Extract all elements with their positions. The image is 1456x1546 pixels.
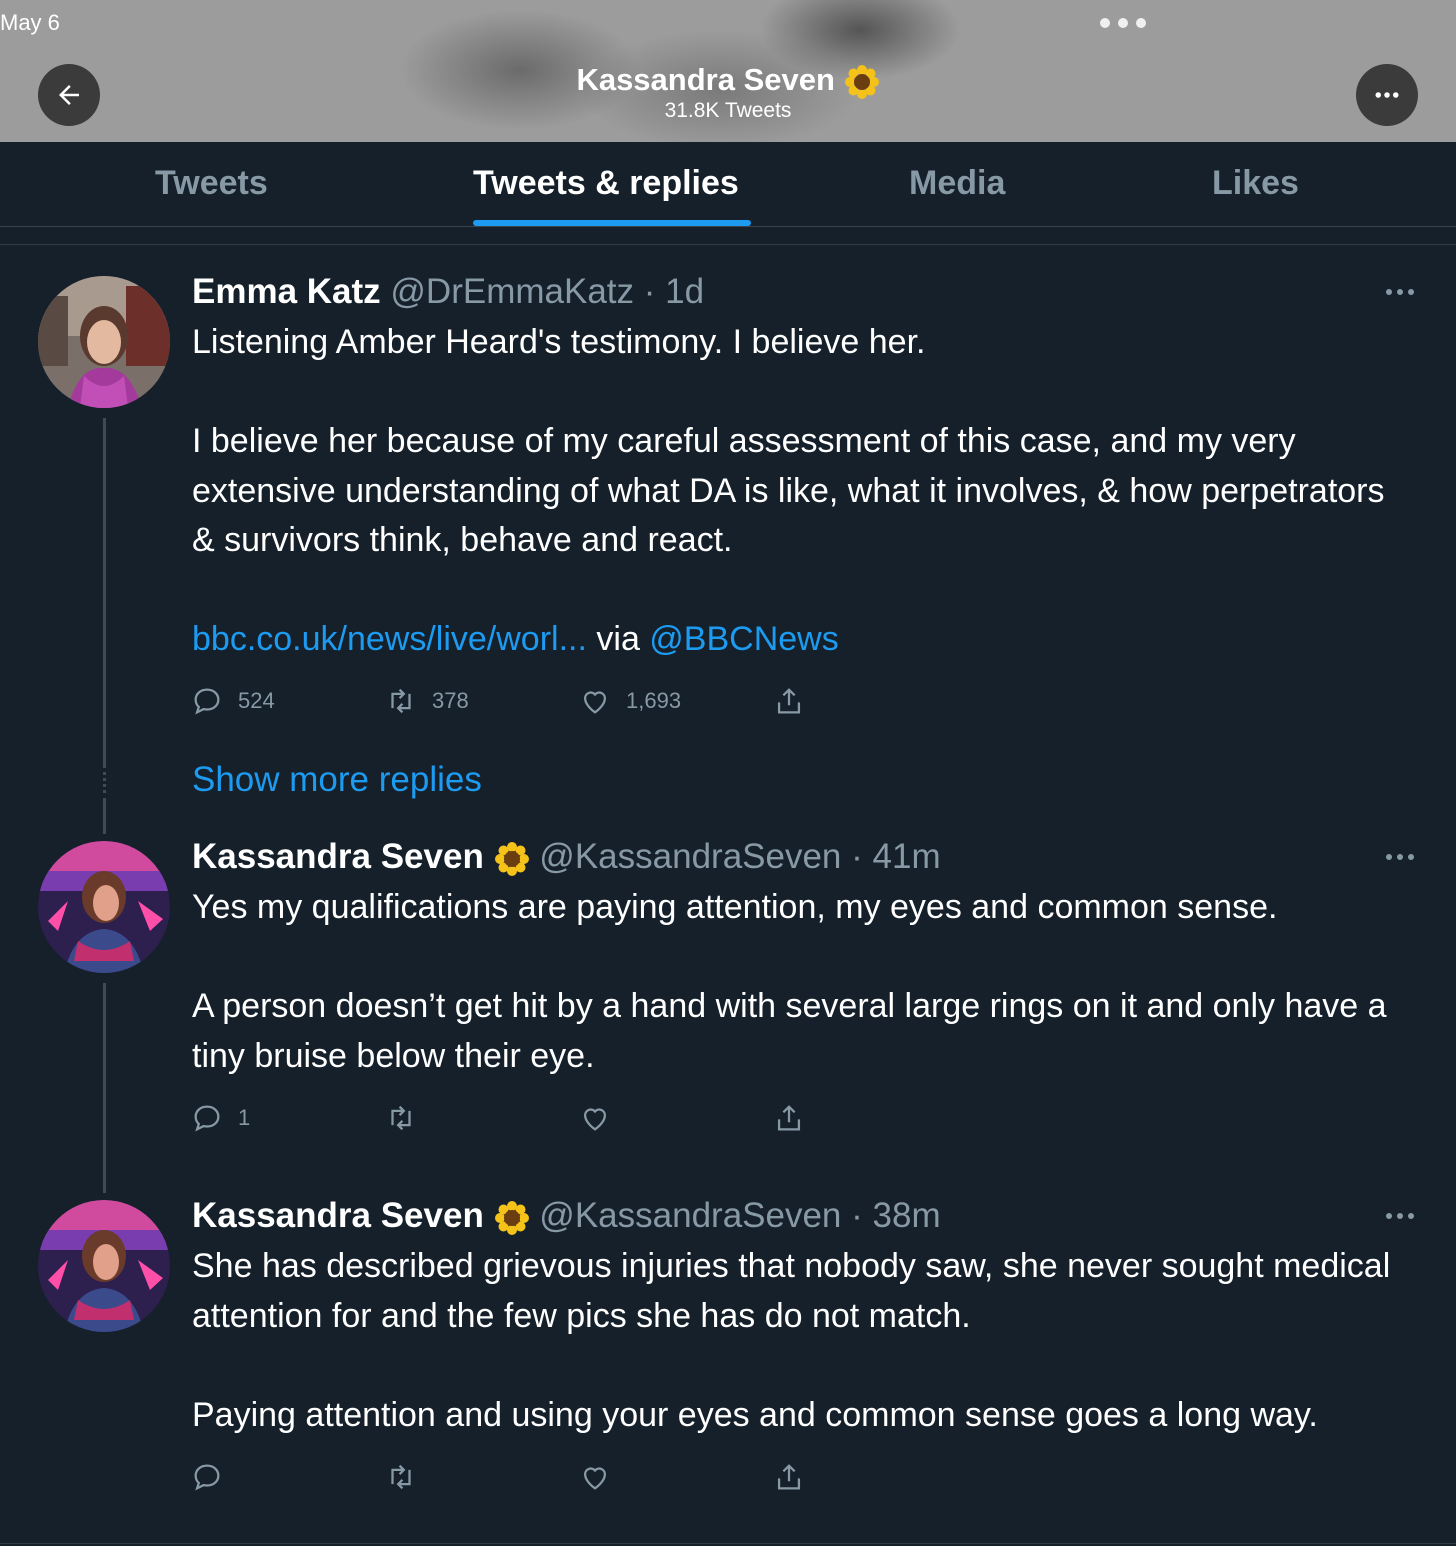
avatar-image (38, 276, 170, 408)
thread-line (103, 418, 106, 768)
tweet-more-icon[interactable] (1386, 854, 1414, 860)
status-date: May 6 (0, 10, 60, 35)
avatar[interactable] (38, 841, 170, 973)
share-button[interactable] (772, 1460, 806, 1494)
share-button[interactable] (772, 1101, 806, 1135)
tweet-text: Listening Amber Heard's testimony. I bel… (192, 318, 1392, 665)
more-horizontal-icon (1375, 92, 1399, 98)
tweet-author-row: Emma Katz @DrEmmaKatz · 1d (192, 272, 704, 312)
heart-icon (583, 1467, 607, 1490)
tab-tweets-and-replies[interactable]: Tweets & replies (473, 164, 739, 203)
tab-likes[interactable]: Likes (1212, 164, 1299, 203)
avatar[interactable] (38, 276, 170, 408)
timestamp[interactable]: · 41m (851, 837, 940, 876)
avatar[interactable] (38, 1200, 170, 1332)
handle[interactable]: @KassandraSeven (539, 1196, 841, 1235)
more-options-button[interactable] (1356, 64, 1418, 126)
reply-icon (194, 1105, 220, 1132)
tweet-author-row: Kassandra Seven @KassandraSeven · 38m (192, 1196, 941, 1236)
thread-line (103, 983, 106, 1193)
header-title-row: Kassandra Seven (0, 62, 1456, 100)
reply-icon (194, 688, 220, 715)
display-name[interactable]: Kassandra Seven (192, 1196, 484, 1235)
retweet-icon (391, 1464, 411, 1490)
tweet-more-icon[interactable] (1386, 289, 1414, 295)
handle[interactable]: @DrEmmaKatz (390, 272, 634, 311)
retweet-button[interactable] (384, 1101, 418, 1135)
multitask-dots-icon[interactable] (1100, 18, 1146, 28)
tweet-text: Yes my qualifications are paying attenti… (192, 888, 1387, 1075)
thread-line (103, 798, 106, 834)
like-button[interactable]: 1,693 (578, 684, 681, 718)
retweet-icon (391, 688, 411, 714)
tweet-text: She has described grievous injuries that… (192, 1247, 1391, 1434)
like-button[interactable] (578, 1460, 612, 1494)
share-icon (777, 1464, 801, 1490)
divider (0, 244, 1456, 245)
sunflower-icon (494, 841, 529, 876)
retweet-count: 378 (432, 688, 469, 713)
display-name[interactable]: Kassandra Seven (192, 837, 484, 876)
retweet-icon (391, 1105, 411, 1131)
page-title: Kassandra Seven (576, 62, 835, 97)
heart-icon (583, 691, 607, 714)
timestamp[interactable]: · 38m (851, 1196, 940, 1235)
mention-link[interactable]: @BBCNews (649, 620, 838, 658)
active-tab-indicator (473, 220, 751, 226)
tweet-link[interactable]: bbc.co.uk/news/live/worl... (192, 620, 587, 658)
via-text: via (586, 620, 650, 658)
retweet-button[interactable] (384, 1460, 418, 1494)
share-button[interactable] (772, 684, 806, 718)
timestamp[interactable]: · 1d (644, 272, 704, 311)
divider (0, 1543, 1456, 1544)
avatar-image (38, 1200, 170, 1332)
tweet-author-row: Kassandra Seven @KassandraSeven · 41m (192, 837, 941, 877)
show-more-replies-link[interactable]: Show more replies (192, 760, 482, 800)
tweet-count: 31.8K Tweets (664, 99, 792, 122)
tweet-more-icon[interactable] (1386, 1213, 1414, 1219)
tab-media[interactable]: Media (909, 164, 1005, 203)
profile-header: May 6 Kassandra Seven 31.8K Tweets (0, 0, 1456, 142)
sunflower-icon (844, 64, 879, 99)
reply-button[interactable]: 524 (190, 684, 275, 718)
heart-icon (583, 1108, 607, 1131)
reply-button[interactable] (190, 1460, 224, 1494)
reply-button[interactable]: 1 (190, 1101, 250, 1135)
thread-line-dotted (103, 772, 106, 794)
avatar-image (38, 841, 170, 973)
share-icon (777, 688, 801, 714)
reply-icon (194, 1464, 220, 1491)
display-name[interactable]: Emma Katz (192, 272, 381, 311)
sunflower-icon (494, 1200, 529, 1235)
share-icon (777, 1105, 801, 1131)
like-button[interactable] (578, 1101, 612, 1135)
tab-tweets[interactable]: Tweets (155, 164, 268, 203)
reply-count: 1 (238, 1105, 251, 1130)
handle[interactable]: @KassandraSeven (539, 837, 841, 876)
profile-tabs: Tweets Tweets & replies Media Likes (0, 142, 1456, 227)
like-count: 1,693 (626, 688, 682, 713)
retweet-button[interactable]: 378 (384, 684, 469, 718)
reply-count: 524 (238, 688, 275, 713)
tweet-body: Listening Amber Heard's testimony. I bel… (192, 323, 1385, 559)
